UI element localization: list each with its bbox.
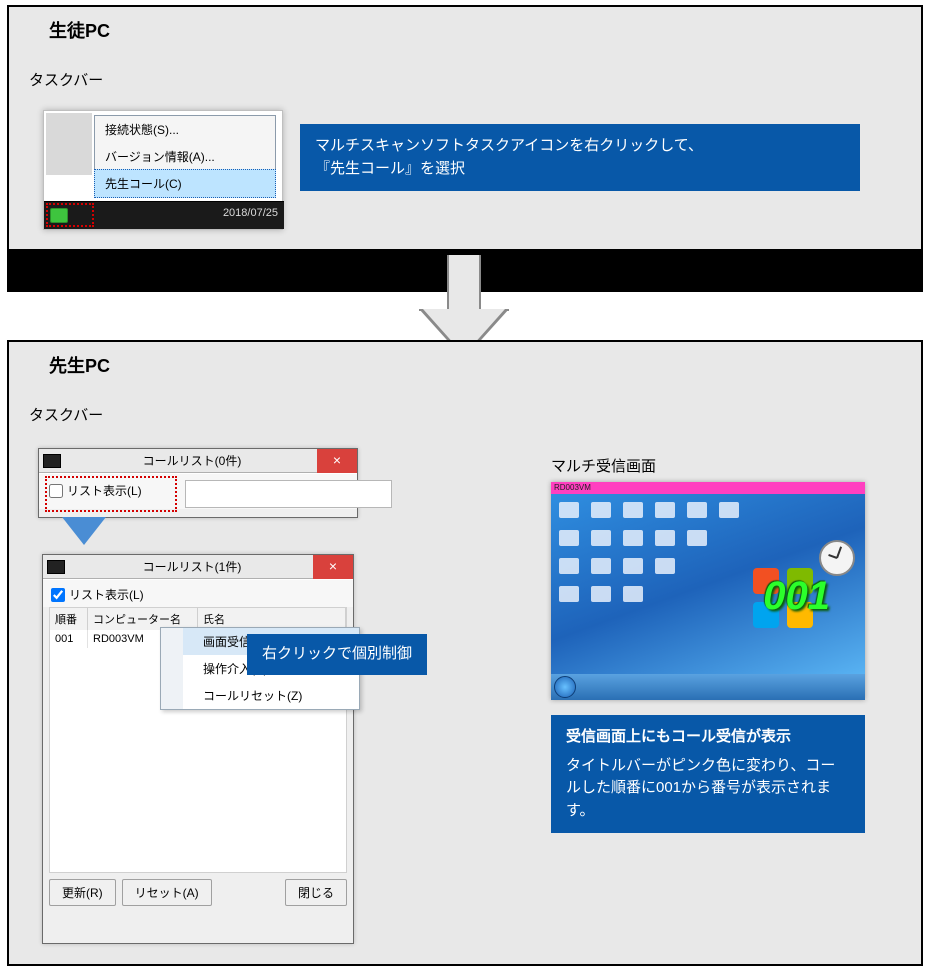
reset-button[interactable]: リセット(A): [122, 879, 212, 906]
menu-teacher-call[interactable]: 先生コール(C): [94, 169, 276, 198]
window-caption-small: コールリスト(0件): [67, 452, 317, 469]
callout-receive-display: 受信画面上にもコール受信が表示 タイトルバーがピンク色に変わり、コールした順番に…: [551, 715, 865, 833]
multiscan-tray-icon[interactable]: [50, 208, 68, 223]
empty-field: [185, 480, 392, 508]
window-titlebar-small: コールリスト(0件) ×: [39, 449, 357, 473]
cell-number: 001: [50, 630, 88, 648]
student-taskbar-strip: 2018/07/25: [44, 201, 284, 229]
callout-body: タイトルバーがピンク色に変わり、コールした順番に001から番号が表示されます。: [566, 755, 850, 823]
student-context-menu: 接続状態(S)... バージョン情報(A)... 先生コール(C): [94, 115, 276, 198]
window-icon: [47, 560, 65, 574]
menu-connection-status[interactable]: 接続状態(S)...: [95, 116, 275, 143]
close-button[interactable]: ×: [317, 449, 357, 473]
callout-student-instruction: マルチスキャンソフトタスクアイコンを右クリックして、 『先生コール』を選択: [300, 124, 860, 191]
callout-text: 右クリックで個別制御: [262, 645, 412, 662]
close-button[interactable]: ×: [313, 555, 353, 579]
checkbox-label: リスト表示(L): [69, 586, 144, 603]
call-number-overlay: 001: [763, 574, 830, 619]
desktop-icons-grid: [559, 502, 739, 612]
taskbar-date: 2018/07/25: [223, 207, 278, 219]
call-list-window-large: コールリスト(1件) × リスト表示(L) 順番 コンピューター名 氏名 001…: [42, 554, 354, 944]
multi-receive-screenshot: RD003VM 001: [551, 482, 865, 700]
multi-receive-label: マルチ受信画面: [551, 455, 656, 476]
start-button-icon: [554, 676, 576, 698]
teacher-taskbar-label: タスクバー: [9, 378, 921, 429]
multi-titlebar: RD003VM: [551, 482, 865, 494]
call-list-window-small: コールリスト(0件) × リスト表示(L): [38, 448, 358, 518]
close-button-bottom[interactable]: 閉じる: [285, 879, 347, 906]
student-taskbar-screenshot: 接続状態(S)... バージョン情報(A)... 先生コール(C) 2018/0…: [43, 110, 283, 230]
student-pc-title: 生徒PC: [9, 7, 921, 43]
desktop-preview: 001: [551, 494, 865, 674]
callout-text: マルチスキャンソフトタスクアイコンを右クリックして、 『先生コール』を選択: [315, 137, 703, 177]
ctx-call-reset[interactable]: コールリセット(Z): [161, 682, 359, 709]
student-taskbar-label: タスクバー: [9, 43, 921, 94]
window-caption-large: コールリスト(1件): [71, 558, 313, 575]
col-number: 順番: [50, 608, 88, 630]
window-titlebar-large: コールリスト(1件) ×: [43, 555, 353, 579]
window-icon: [43, 454, 61, 468]
thumbnail-placeholder: [46, 113, 92, 175]
menu-version-info[interactable]: バージョン情報(A)...: [95, 143, 275, 170]
desktop-clock-icon: [819, 540, 855, 576]
student-pc-panel: 生徒PC タスクバー 接続状態(S)... バージョン情報(A)... 先生コー…: [7, 5, 923, 251]
callout-heading: 受信画面上にもコール受信が表示: [566, 726, 850, 749]
refresh-button[interactable]: 更新(R): [49, 879, 116, 906]
callout-right-click: 右クリックで個別制御: [247, 634, 427, 675]
list-display-checkbox-large[interactable]: リスト表示(L): [51, 586, 144, 603]
highlight-checkbox: [45, 476, 177, 512]
expand-arrow-icon: [62, 517, 106, 545]
teacher-pc-title: 先生PC: [9, 342, 921, 378]
checkbox-input[interactable]: [51, 588, 65, 602]
desktop-taskbar: [551, 674, 865, 700]
